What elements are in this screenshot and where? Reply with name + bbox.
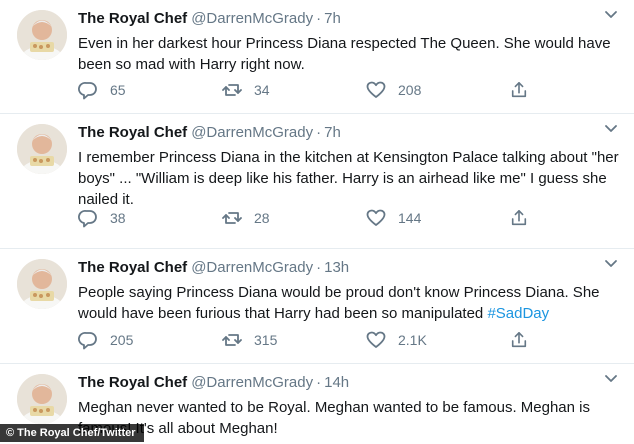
display-name[interactable]: The Royal Chef xyxy=(78,10,187,27)
tweet-timestamp[interactable]: 7h xyxy=(324,10,341,27)
reply-count: 205 xyxy=(110,332,134,348)
tweet-text: People saying Princess Diana would be pr… xyxy=(78,282,620,324)
tweet-content: The Royal Chef @DarrenMcGrady · 7h Even in … xyxy=(78,9,620,75)
like-count: 144 xyxy=(398,210,422,226)
heart-icon xyxy=(366,81,386,98)
image-credit: © The Royal Chef/Twitter xyxy=(0,424,144,442)
tweet[interactable]: The Royal Chef @DarrenMcGrady · 7h Even in … xyxy=(0,0,634,114)
separator-dot: · xyxy=(316,124,322,141)
display-name[interactable]: The Royal Chef xyxy=(78,124,187,141)
chevron-down-icon[interactable] xyxy=(602,257,620,271)
share-icon xyxy=(511,331,527,348)
avatar[interactable] xyxy=(17,124,67,174)
like-count: 208 xyxy=(398,82,422,98)
user-handle[interactable]: @DarrenMcGrady xyxy=(191,259,313,276)
reply-count: 65 xyxy=(110,82,126,98)
hashtag-link[interactable]: #SadDay xyxy=(487,305,549,322)
share-button[interactable] xyxy=(510,330,540,350)
share-icon xyxy=(511,209,527,226)
tweet-text: I remember Princess Diana in the kitchen… xyxy=(78,149,619,208)
like-count: 2.1K xyxy=(398,332,427,348)
like-button[interactable]: 208 xyxy=(366,80,510,100)
heart-icon xyxy=(366,331,386,348)
tweet-timestamp[interactable]: 14h xyxy=(324,374,349,391)
share-button[interactable] xyxy=(510,80,540,100)
user-handle[interactable]: @DarrenMcGrady xyxy=(191,124,313,141)
tweet-timestamp[interactable]: 7h xyxy=(324,124,341,141)
tweet-header: The Royal Chef @DarrenMcGrady · 14h xyxy=(78,373,620,393)
display-name[interactable]: The Royal Chef xyxy=(78,259,187,276)
tweet-text: Even in her darkest hour Princess Diana … xyxy=(78,35,611,73)
tweet-header: The Royal Chef @DarrenMcGrady · 13h xyxy=(78,258,620,278)
reply-button[interactable]: 38 xyxy=(78,208,222,228)
chevron-down-icon[interactable] xyxy=(602,8,620,22)
display-name[interactable]: The Royal Chef xyxy=(78,374,187,391)
tweet[interactable]: The Royal Chef @DarrenMcGrady · 7h I rememb… xyxy=(0,114,634,249)
retweet-icon xyxy=(222,84,242,96)
reply-count: 38 xyxy=(110,210,126,226)
separator-dot: · xyxy=(316,374,322,391)
retweet-icon xyxy=(222,212,242,224)
share-button[interactable] xyxy=(510,208,540,228)
tweet-content: The Royal Chef @DarrenMcGrady · 14h Meghan … xyxy=(78,373,620,439)
retweet-count: 34 xyxy=(254,82,270,98)
user-handle[interactable]: @DarrenMcGrady xyxy=(191,10,313,27)
reply-icon xyxy=(78,210,97,228)
separator-dot: · xyxy=(316,10,322,27)
reply-button[interactable]: 205 xyxy=(78,330,222,350)
chevron-down-icon[interactable] xyxy=(602,372,620,386)
retweet-count: 315 xyxy=(254,332,278,348)
tweet-actions: 65 34 208 xyxy=(78,80,540,100)
avatar[interactable] xyxy=(17,10,67,60)
retweet-button[interactable]: 315 xyxy=(222,330,366,350)
retweet-count: 28 xyxy=(254,210,270,226)
tweet-header: The Royal Chef @DarrenMcGrady · 7h xyxy=(78,9,620,29)
avatar[interactable] xyxy=(17,259,67,309)
reply-icon xyxy=(78,82,97,100)
user-handle[interactable]: @DarrenMcGrady xyxy=(191,374,313,391)
tweet-content: The Royal Chef @DarrenMcGrady · 13h People … xyxy=(78,258,620,324)
like-button[interactable]: 2.1K xyxy=(366,330,510,350)
tweet-timestamp[interactable]: 13h xyxy=(324,259,349,276)
tweet-feed: The Royal Chef @DarrenMcGrady · 7h Even in … xyxy=(0,0,634,444)
tweet-header: The Royal Chef @DarrenMcGrady · 7h xyxy=(78,123,620,143)
tweet-content: The Royal Chef @DarrenMcGrady · 7h I rememb… xyxy=(78,123,620,210)
reply-button[interactable]: 65 xyxy=(78,80,222,100)
tweet[interactable]: The Royal Chef @DarrenMcGrady · 13h People … xyxy=(0,249,634,364)
heart-icon xyxy=(366,209,386,226)
tweet-text: Meghan never wanted to be Royal. Meghan … xyxy=(78,399,590,437)
reply-icon xyxy=(78,332,97,350)
retweet-button[interactable]: 34 xyxy=(222,80,366,100)
chevron-down-icon[interactable] xyxy=(602,122,620,136)
share-icon xyxy=(511,81,527,98)
separator-dot: · xyxy=(316,259,322,276)
retweet-button[interactable]: 28 xyxy=(222,208,366,228)
retweet-icon xyxy=(222,334,242,346)
like-button[interactable]: 144 xyxy=(366,208,510,228)
tweet-actions: 205 315 2.1K xyxy=(78,330,540,350)
avatar[interactable] xyxy=(17,374,67,424)
tweet-actions: 38 28 144 xyxy=(78,208,540,228)
